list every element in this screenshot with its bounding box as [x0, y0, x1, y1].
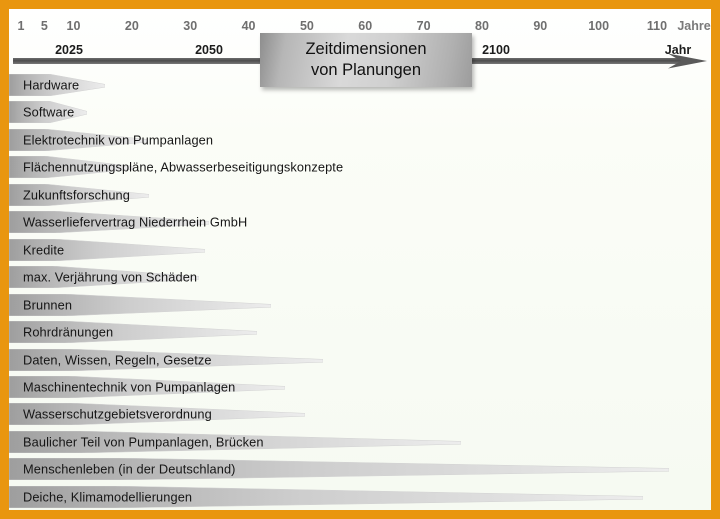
bar-row[interactable]: Daten, Wissen, Regeln, Gesetze [9, 348, 711, 371]
bar-row[interactable]: Software [9, 101, 711, 124]
axis-tick-100: 100 [588, 19, 610, 33]
orange-frame: 1 5 10 20 30 40 50 60 70 80 90 100 110 Jahre 2025 205… [0, 0, 720, 519]
axis-tick-90: 90 [533, 19, 548, 33]
bar-label: Software [23, 104, 75, 120]
axis-tick-110: 110 [646, 19, 668, 33]
axis-tick-80: 80 [475, 19, 489, 33]
bar-label: Hardware [23, 77, 80, 93]
bar-label: Flächennutzungspläne, Abwasserbeseitigun… [23, 159, 344, 175]
axis-tick-10: 10 [66, 19, 81, 33]
bar-label: Wasserschutzgebietsverordnung [23, 406, 212, 422]
bar-row[interactable]: Menschenleben (in der Deutschland) [9, 458, 711, 481]
bar-row[interactable]: Baulicher Teil von Pumpanlagen, Brücken [9, 430, 711, 453]
bar-label: Baulicher Teil von Pumpanlagen, Brücken [23, 434, 264, 450]
bar-label: Elektrotechnik von Pumpanlagen [23, 132, 214, 148]
bar-row[interactable]: Elektrotechnik von Pumpanlagen [9, 128, 711, 151]
bar-label: Maschinentechnik von Pumpanlagen [23, 379, 236, 395]
axis-tick-40: 40 [241, 19, 256, 33]
chart-title-box: Zeitdimensionen von Planungen [260, 33, 472, 87]
bar-label: Daten, Wissen, Regeln, Gesetze [23, 352, 212, 367]
bar-label: Kredite [23, 242, 65, 258]
bar-row[interactable]: Kredite [9, 238, 711, 261]
axis-tick-30: 30 [183, 19, 198, 33]
bar-row[interactable]: Wasserschutzgebietsverordnung [9, 403, 711, 426]
bar-label: max. Verjährung von Schäden [23, 269, 198, 285]
bar-label: Rohrdränungen [23, 324, 114, 340]
bar-row[interactable]: Deiche, Klimamodellierungen [9, 485, 711, 508]
axis-tick-50: 50 [299, 19, 314, 33]
axis-tick-5: 5 [40, 19, 48, 33]
chart-title-line2: von Planungen [310, 61, 422, 79]
bar-row[interactable]: Maschinentechnik von Pumpanlagen [9, 375, 711, 398]
bar-row[interactable]: Zukunftsforschung [9, 183, 711, 206]
bar-label: Wasserliefervertrag Niederrhein GmbH [23, 214, 248, 230]
bar-row[interactable]: Brunnen [9, 293, 711, 316]
bar-label: Deiche, Klimamodellierungen [23, 489, 193, 505]
axis-tick-1: 1 [17, 19, 25, 33]
bar-row[interactable]: max. Verjährung von Schäden [9, 266, 711, 289]
axis-tick-20: 20 [124, 19, 139, 33]
axis-unit-label-jahre: Jahre [677, 19, 711, 33]
axis-tick-70: 70 [416, 19, 431, 33]
chart-title-line1: Zeitdimensionen [305, 39, 427, 58]
bar-label: Brunnen [23, 297, 73, 313]
bar-label: Zukunftsforschung [23, 187, 130, 203]
bar-row[interactable]: Rohrdränungen [9, 321, 711, 344]
bar-label: Menschenleben (in der Deutschland) [23, 461, 236, 477]
figure-root: 1 5 10 20 30 40 50 60 70 80 90 100 110 Jahre 2025 205… [0, 0, 720, 519]
bar-row[interactable]: Wasserliefervertrag Niederrhein GmbH [9, 211, 711, 234]
bar-row[interactable]: Flächennutzungspläne, Abwasserbeseitigun… [9, 156, 711, 179]
chart-canvas: 1 5 10 20 30 40 50 60 70 80 90 100 110 Jahre 2025 205… [9, 9, 711, 510]
axis-tick-60: 60 [358, 19, 373, 33]
